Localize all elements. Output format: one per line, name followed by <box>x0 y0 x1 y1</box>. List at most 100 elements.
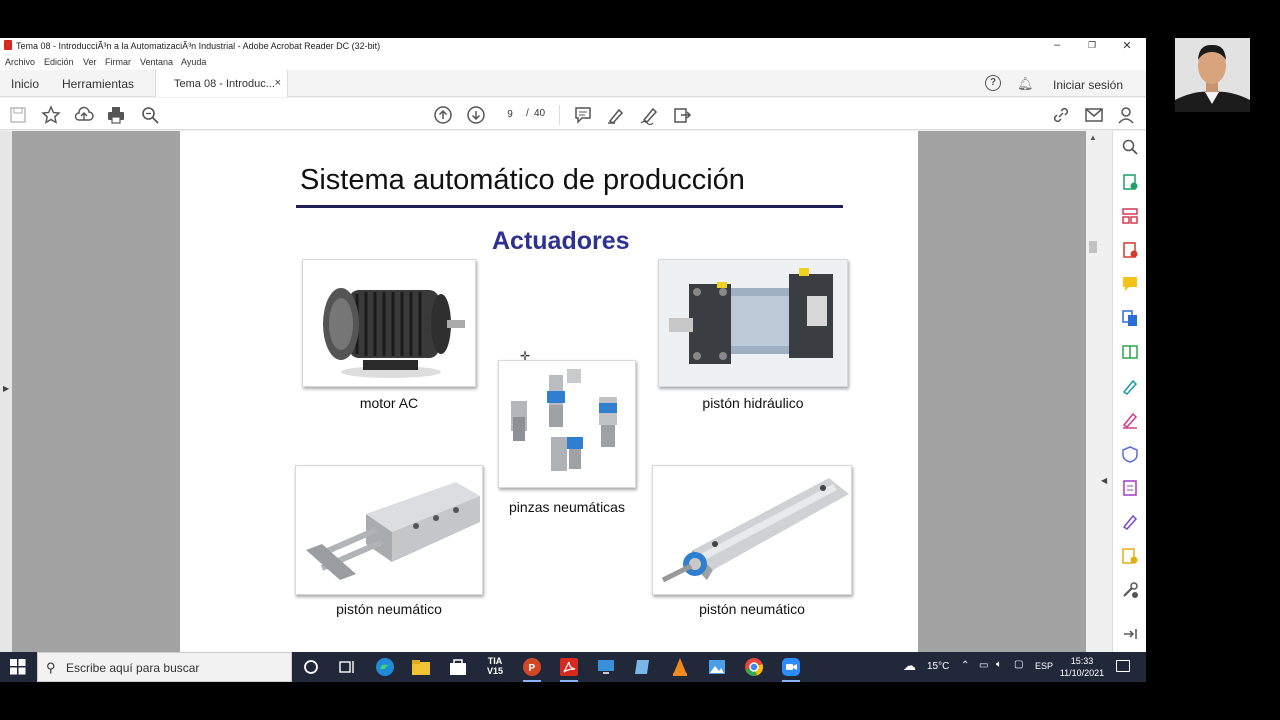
link-icon[interactable] <box>1051 105 1071 125</box>
weather-temperature[interactable]: 15°C <box>927 661 949 672</box>
organize-pages-icon[interactable] <box>1121 207 1139 225</box>
next-page-icon[interactable] <box>466 105 486 125</box>
left-nav-pane[interactable]: ▶ <box>0 131 12 682</box>
taskbar-search-box[interactable]: ⚲ Escribe aquí para buscar <box>37 652 292 682</box>
powerpoint-icon[interactable]: P <box>521 656 543 682</box>
photos-app-icon[interactable] <box>706 656 728 678</box>
caption-pinzas-neumaticas: pinzas neumáticas <box>509 499 625 515</box>
acrobat-reader-icon[interactable] <box>558 656 580 682</box>
scroll-up-icon[interactable]: ▲ <box>1089 133 1097 142</box>
menu-ventana[interactable]: Ventana <box>140 57 173 67</box>
combine-files-icon[interactable] <box>1121 309 1139 327</box>
more-tools-icon[interactable] <box>1121 581 1139 599</box>
piston-neumatico-right-image <box>652 465 852 595</box>
minimize-button[interactable]: – <box>1047 39 1067 51</box>
edit-pdf-pen-icon[interactable] <box>1121 513 1139 531</box>
highlight-pen-icon[interactable] <box>606 105 626 125</box>
tab-document-label: Tema 08 - Introduc... <box>174 78 275 90</box>
clock-time: 15:33 <box>1070 656 1094 666</box>
piston-neumatico-left-image <box>295 465 483 595</box>
fill-sign-icon[interactable] <box>1121 411 1139 429</box>
previous-page-icon[interactable] <box>433 105 453 125</box>
cortana-icon[interactable] <box>300 656 322 678</box>
send-comments-icon[interactable] <box>1121 547 1139 565</box>
edge-browser-icon[interactable] <box>374 656 396 678</box>
slide-title: Sistema automático de producción <box>300 164 745 196</box>
menu-firmar[interactable]: Firmar <box>105 57 131 67</box>
tab-inicio[interactable]: Inicio <box>11 77 39 91</box>
network-icon[interactable]: ▢ <box>1014 659 1023 670</box>
upload-cloud-icon[interactable] <box>74 105 94 125</box>
tia-label-top: TIA <box>487 656 503 666</box>
vertical-scrollbar[interactable]: ▲ ▼ <box>1086 131 1100 682</box>
menu-bar: Archivo Edición Ver Firmar Ventana Ayuda <box>0 54 1146 70</box>
collapse-right-pane-icon[interactable]: ◀ <box>1101 476 1107 485</box>
tab-herramientas[interactable]: Herramientas <box>62 77 134 91</box>
help-icon[interactable]: ? <box>985 75 1001 91</box>
battery-icon[interactable]: ▭ <box>979 660 988 671</box>
sign-in-link[interactable]: Iniciar sesión <box>1053 78 1123 92</box>
request-signature-icon[interactable] <box>1121 377 1139 395</box>
sign-pen-icon[interactable] <box>639 105 659 126</box>
save-icon[interactable] <box>8 105 28 125</box>
restore-button[interactable]: ❐ <box>1082 40 1102 51</box>
collapse-tools-icon[interactable] <box>1121 625 1139 643</box>
print-icon[interactable] <box>106 105 126 125</box>
vlc-player-icon[interactable] <box>669 656 691 678</box>
volume-icon[interactable]: 🔈︎ <box>996 659 1002 670</box>
close-tab-icon[interactable]: × <box>275 77 281 89</box>
scroll-thumb[interactable] <box>1089 241 1097 253</box>
comment-icon[interactable] <box>573 105 593 125</box>
document-viewer[interactable]: ▶ Sistema automático de producción Actua… <box>0 131 1107 682</box>
action-center-icon[interactable] <box>1116 660 1130 672</box>
export-pdf-icon[interactable] <box>1121 173 1139 191</box>
show-hidden-icons-icon[interactable]: ⌃ <box>961 660 969 671</box>
input-language[interactable]: ESP <box>1035 661 1053 671</box>
chrome-browser-icon[interactable] <box>743 656 765 678</box>
section-heading: Actuadores <box>492 227 630 255</box>
user-search-icon[interactable] <box>1117 105 1137 125</box>
caption-piston-hidraulico: pistón hidráulico <box>702 395 804 411</box>
comment-tool-icon[interactable] <box>1121 275 1139 293</box>
protect-shield-icon[interactable] <box>1121 445 1139 463</box>
menu-archivo[interactable]: Archivo <box>5 57 35 67</box>
zoom-search-icon[interactable] <box>140 105 160 125</box>
compress-pdf-icon[interactable] <box>1121 343 1139 361</box>
tools-pane <box>1112 131 1146 682</box>
bookmark-star-icon[interactable] <box>41 105 61 125</box>
share-send-icon[interactable] <box>672 105 692 125</box>
page-number-input[interactable]: 9 <box>498 107 522 123</box>
notes-app-icon[interactable] <box>632 656 654 678</box>
caption-motor-ac: motor AC <box>359 395 419 411</box>
menu-edicion[interactable]: Edición <box>44 57 74 67</box>
prepare-form-icon[interactable] <box>1121 479 1139 497</box>
file-explorer-icon[interactable] <box>410 656 432 678</box>
close-window-button[interactable]: ✕ <box>1117 39 1137 52</box>
zoom-meetings-icon[interactable] <box>780 656 802 682</box>
piston-hidraulico-image <box>658 259 848 387</box>
taskbar-clock[interactable]: 15:33 11/10/2021 <box>1058 655 1106 679</box>
title-bar: Tema 08 - IntroducciÃ³n a la Automatizac… <box>0 38 1146 54</box>
tab-bar: Inicio Herramientas Tema 08 - Introduc..… <box>0 70 1146 97</box>
task-view-icon[interactable] <box>336 656 358 678</box>
clock-date: 11/10/2021 <box>1059 668 1105 678</box>
menu-ayuda[interactable]: Ayuda <box>181 57 206 67</box>
notification-bell-icon[interactable]: 🔔︎ <box>1017 76 1034 92</box>
webcam-video-feed <box>1175 38 1250 112</box>
weather-cloud-icon[interactable]: ☁ <box>903 658 916 674</box>
windows-start-icon[interactable] <box>10 659 26 675</box>
remote-desktop-icon[interactable] <box>595 656 617 678</box>
acrobat-window: Tema 08 - IntroducciÃ³n a la Automatizac… <box>0 38 1146 682</box>
toolbar-divider <box>559 105 560 125</box>
window-title: Tema 08 - IntroducciÃ³n a la Automatizac… <box>16 41 381 51</box>
microsoft-store-icon[interactable] <box>447 656 469 678</box>
create-pdf-icon[interactable] <box>1121 241 1139 259</box>
menu-ver[interactable]: Ver <box>83 57 97 67</box>
email-icon[interactable] <box>1084 105 1104 125</box>
tab-document[interactable]: Tema 08 - Introduc... × <box>155 70 288 97</box>
search-placeholder: Escribe aquí para buscar <box>66 661 200 675</box>
expand-left-pane-icon[interactable]: ▶ <box>3 384 9 393</box>
tia-portal-icon[interactable]: TIA V15 <box>484 656 506 678</box>
page-separator: / <box>526 108 529 119</box>
zoom-tool-icon[interactable] <box>1121 138 1139 156</box>
